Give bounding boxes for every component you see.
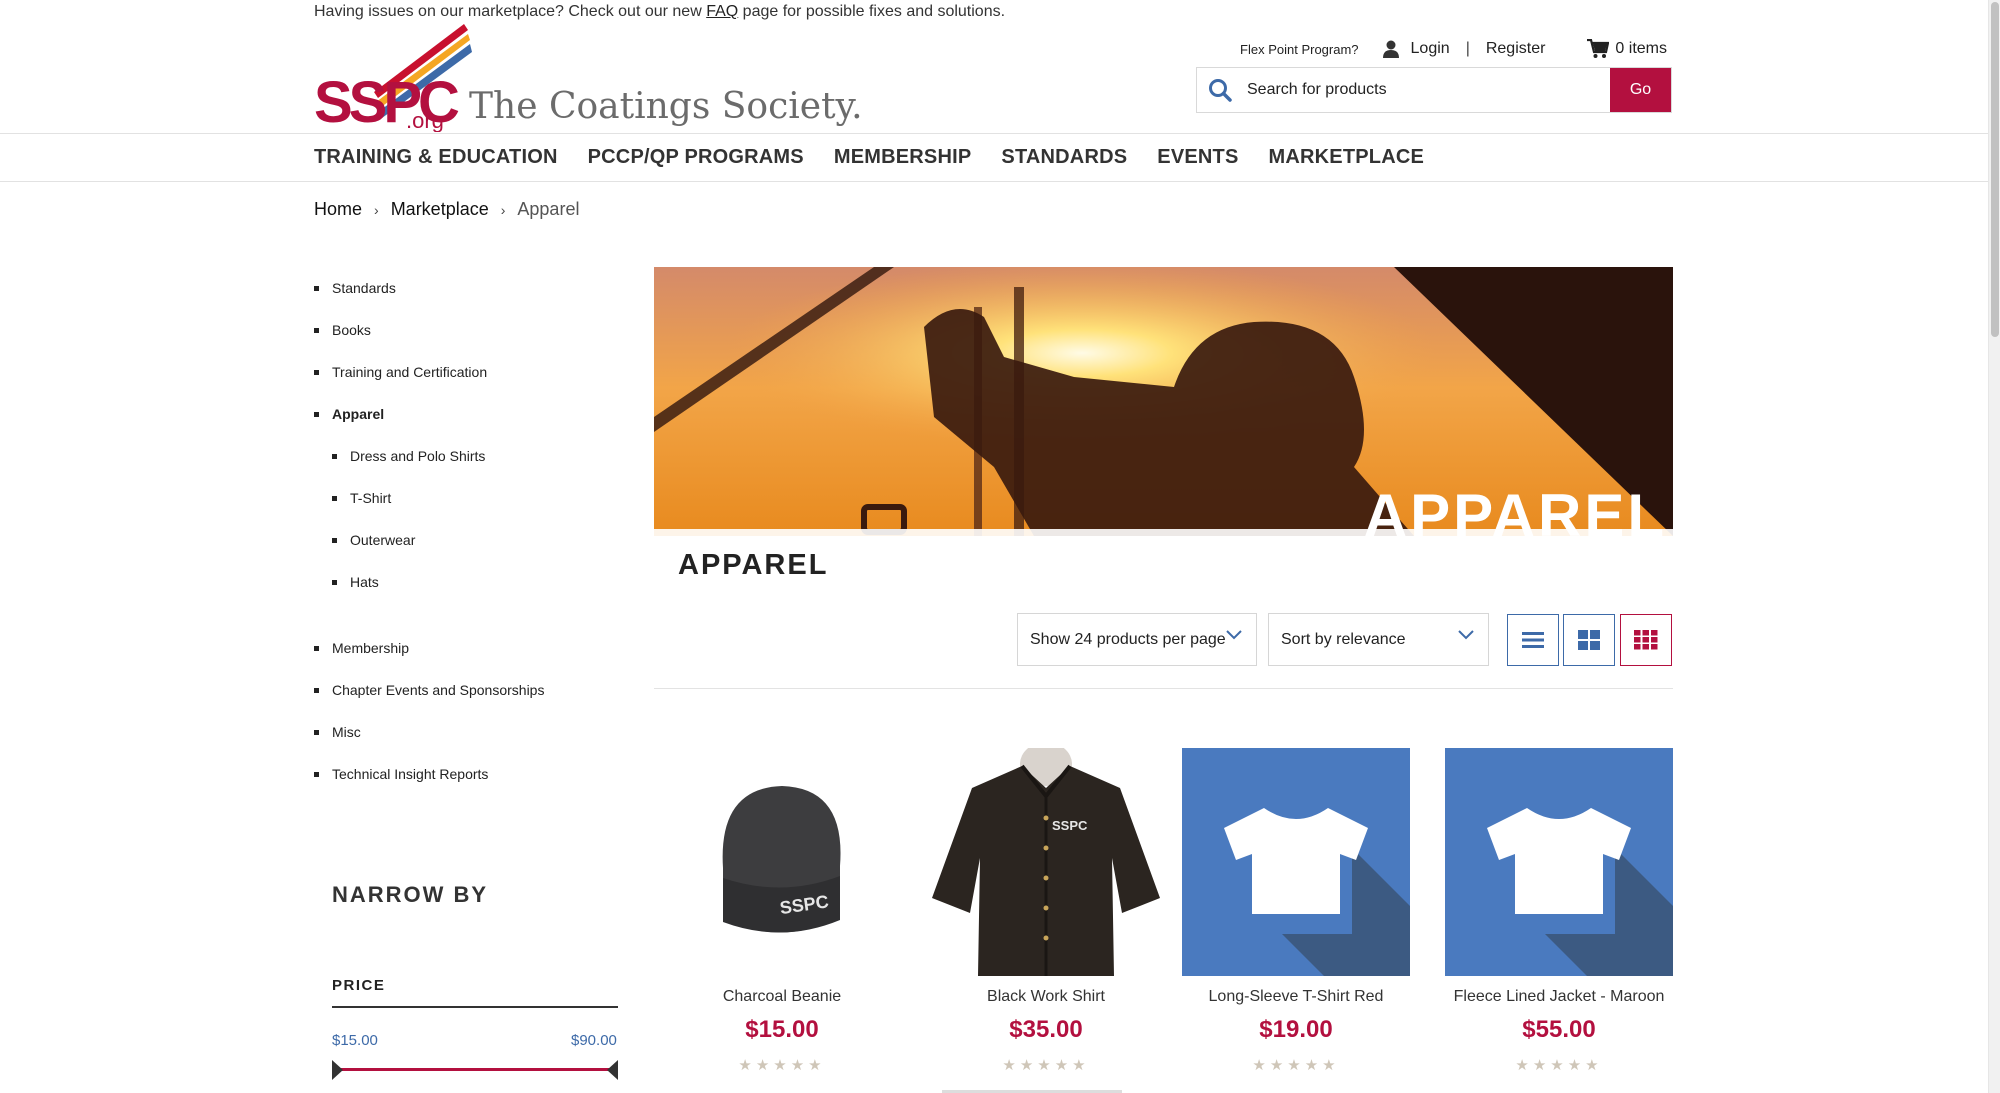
sspc-logo[interactable]: SSPC .org The Coatings Society. [314, 22, 863, 132]
product-image[interactable]: SSPC [668, 748, 896, 976]
sidebar-subitem-dress-polo[interactable]: Dress and Polo Shirts [314, 438, 624, 480]
per-page-value: Show 24 products per page [1030, 630, 1226, 648]
product-rating: ★★★★★ [1252, 1057, 1340, 1074]
product-name[interactable]: Charcoal Beanie [668, 988, 896, 1006]
breadcrumb-marketplace[interactable]: Marketplace [391, 199, 489, 220]
product-card[interactable]: Long-Sleeve T-Shirt Red $19.00 ★★★★★ [1182, 748, 1410, 1074]
sidebar-item-chapter-events[interactable]: Chapter Events and Sponsorships [314, 672, 624, 714]
logo-tagline: The Coatings Society. [469, 86, 863, 127]
product-rating: ★★★★★ [1515, 1057, 1603, 1074]
product-card[interactable]: Fleece Lined Jacket - Maroon $55.00 ★★★★… [1445, 748, 1673, 1074]
user-icon [1382, 40, 1399, 58]
breadcrumb-current: Apparel [517, 199, 580, 219]
svg-text:SSPC: SSPC [1052, 818, 1088, 833]
price-max-handle[interactable] [607, 1060, 618, 1080]
sidebar-subitem-tshirt[interactable]: T-Shirt [314, 480, 624, 522]
product-card[interactable]: SSPC Black Work Shirt $35.00 ★★★★★ [932, 748, 1160, 1074]
chevron-right-icon: › [374, 201, 379, 218]
breadcrumb-home[interactable]: Home [314, 199, 362, 220]
nav-events[interactable]: EVENTS [1157, 146, 1238, 169]
nav-pccp-qp-programs[interactable]: PCCP/QP PROGRAMS [588, 146, 804, 169]
narrow-by-heading: NARROW BY [332, 882, 489, 907]
product-name[interactable]: Black Work Shirt [932, 988, 1160, 1006]
cart-icon [1587, 39, 1610, 58]
product-price: $55.00 [1522, 1016, 1596, 1043]
flex-point-link[interactable]: Flex Point Program? [1240, 42, 1359, 57]
cart-link[interactable]: 0 items [1587, 39, 1667, 59]
sspc-logo-mark: SSPC .org [314, 24, 472, 132]
register-link[interactable]: Register [1486, 40, 1546, 58]
compact-grid-view-button[interactable] [1620, 614, 1672, 666]
nav-marketplace[interactable]: MARKETPLACE [1269, 146, 1425, 169]
product-price: $19.00 [1259, 1016, 1333, 1043]
product-image[interactable] [1445, 748, 1673, 976]
product-card[interactable]: SSPC Charcoal Beanie $15.00 ★★★★★ [668, 748, 896, 1074]
sidebar-item-membership[interactable]: Membership [314, 630, 624, 672]
beanie-image: SSPC [668, 748, 896, 976]
nav-membership[interactable]: MEMBERSHIP [834, 146, 972, 169]
sidebar-subitem-outerwear[interactable]: Outerwear [314, 522, 624, 564]
divider [332, 1006, 618, 1008]
category-sidebar: Standards Books Training and Certificati… [314, 270, 624, 798]
work-shirt-image: SSPC [932, 748, 1160, 976]
sort-value: Sort by relevance [1281, 630, 1406, 648]
product-name[interactable]: Fleece Lined Jacket - Maroon [1445, 988, 1673, 1006]
sidebar-item-misc[interactable]: Misc [314, 714, 624, 756]
banner-word: APPAREL [1363, 482, 1667, 536]
search-input[interactable] [1243, 68, 1610, 112]
product-rating: ★★★★★ [738, 1057, 826, 1074]
sidebar-item-apparel[interactable]: Apparel [314, 396, 624, 438]
main-navigation: TRAINING & EDUCATION PCCP/QP PROGRAMS ME… [0, 133, 1988, 182]
sidebar-item-technical-insight[interactable]: Technical Insight Reports [314, 756, 624, 798]
link-separator: | [1465, 40, 1470, 57]
price-filter-heading: PRICE [332, 977, 386, 994]
chevron-down-icon [1458, 630, 1474, 640]
grid-icon [1578, 630, 1600, 650]
sidebar-item-standards[interactable]: Standards [314, 270, 624, 312]
cart-count: 0 items [1615, 40, 1667, 57]
tshirt-placeholder-icon [1445, 748, 1673, 976]
account-links: Flex Point Program? Login | Register 0 i… [1240, 39, 1667, 59]
breadcrumb: Home › Marketplace › Apparel [314, 199, 579, 220]
faq-link[interactable]: FAQ [706, 3, 738, 20]
price-range-slider[interactable] [332, 1060, 618, 1080]
nav-training-education[interactable]: TRAINING & EDUCATION [314, 146, 558, 169]
category-banner: APPAREL [654, 267, 1673, 536]
product-price: $15.00 [745, 1016, 819, 1043]
product-image[interactable] [1182, 748, 1410, 976]
page-title: APPAREL [678, 549, 829, 581]
login-link[interactable]: Login [1411, 40, 1450, 58]
divider [654, 688, 1673, 689]
chevron-down-icon [1226, 630, 1242, 640]
svg-text:.org: .org [406, 108, 444, 132]
product-grid: SSPC Charcoal Beanie $15.00 ★★★★★ SSPC B… [654, 748, 1673, 1093]
search-go-button[interactable]: Go [1610, 68, 1671, 112]
product-rating: ★★★★★ [1002, 1057, 1090, 1074]
sort-select[interactable]: Sort by relevance [1268, 613, 1489, 666]
products-per-page-select[interactable]: Show 24 products per page [1017, 613, 1257, 666]
price-max-value: $90.00 [571, 1032, 617, 1049]
price-range-track [338, 1068, 612, 1071]
product-search: Go [1196, 67, 1672, 113]
scrollbar-thumb[interactable] [1991, 2, 1999, 337]
price-min-handle[interactable] [332, 1060, 343, 1080]
chevron-right-icon: › [500, 201, 506, 218]
sidebar-item-training-certification[interactable]: Training and Certification [314, 354, 624, 396]
product-name[interactable]: Long-Sleeve T-Shirt Red [1182, 988, 1410, 1006]
tshirt-placeholder-icon [1182, 748, 1410, 976]
compact-grid-icon [1634, 630, 1658, 650]
sidebar-subitem-hats[interactable]: Hats [314, 564, 624, 606]
marketplace-notice: Having issues on our marketplace? Check … [314, 3, 1006, 20]
product-price: $35.00 [1009, 1016, 1083, 1043]
grid-view-button[interactable] [1563, 614, 1615, 666]
search-icon[interactable] [1197, 68, 1243, 112]
product-image[interactable]: SSPC [932, 748, 1160, 976]
list-view-button[interactable] [1507, 614, 1559, 666]
list-icon [1522, 632, 1544, 648]
page-scrollbar[interactable] [1988, 0, 2000, 1093]
sidebar-item-books[interactable]: Books [314, 312, 624, 354]
price-min-value: $15.00 [332, 1032, 378, 1049]
nav-standards[interactable]: STANDARDS [1001, 146, 1127, 169]
